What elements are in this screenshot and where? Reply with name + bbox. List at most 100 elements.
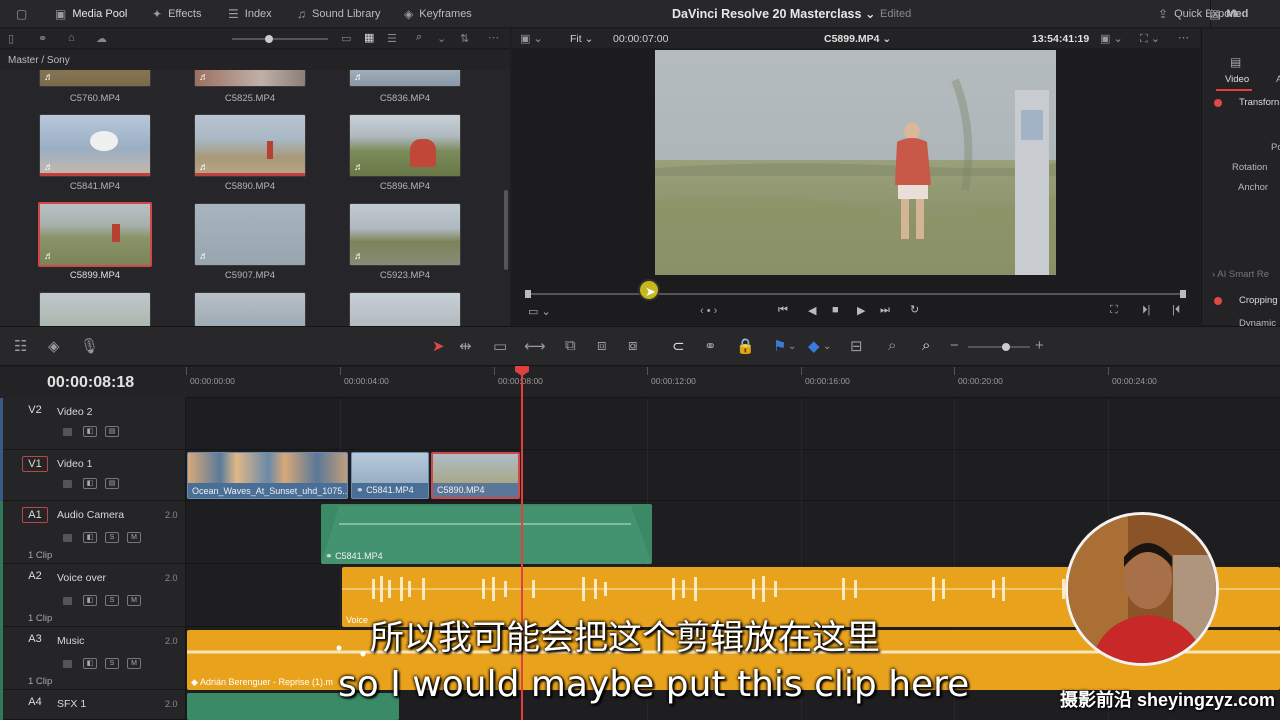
track-header-a2[interactable]: A2 Voice over 2.0 ◧ S M 1 Clip [0, 564, 186, 627]
transform-enable-toggle[interactable] [1214, 99, 1222, 107]
clip-thumbnail[interactable]: ♬ [349, 203, 461, 266]
track-id[interactable]: A1 [22, 507, 48, 523]
track-name[interactable]: Music [57, 635, 84, 647]
microphone-icon[interactable]: 🎙 [80, 337, 99, 355]
timeline-clip-audio[interactable]: ⚭ C5841.MP4 [321, 504, 652, 564]
linked-selection-icon[interactable]: ⚭ [704, 337, 717, 355]
go-to-end-icon[interactable]: ⏭ [880, 304, 890, 317]
track-name[interactable]: Audio Camera [57, 509, 124, 521]
match-frame-icon[interactable]: ⛶ [1110, 304, 1118, 317]
stop-icon[interactable]: ■ [832, 304, 839, 316]
inspector-panel-toggle[interactable]: ▤ Med [1209, 0, 1248, 28]
zoom-out-icon[interactable]: − [950, 337, 959, 354]
lock-icon[interactable] [63, 428, 72, 436]
custom-zoom-icon[interactable]: ⌕ [922, 337, 930, 354]
clip-thumbnail[interactable] [39, 292, 151, 326]
more-options-icon[interactable]: ⋯ [1178, 31, 1189, 44]
clip-thumbnail[interactable]: ♬ [39, 114, 151, 177]
marker-icon[interactable]: ◆ [808, 337, 820, 355]
media-pool-scrollbar[interactable] [504, 190, 508, 270]
lock-icon[interactable] [63, 597, 72, 605]
filmstrip-view-icon[interactable]: ☰ [387, 32, 397, 45]
loop-icon[interactable]: ↻ [910, 303, 919, 316]
video-preview[interactable] [655, 50, 1056, 275]
auto-select-icon[interactable]: ◧ [83, 478, 97, 489]
clip-thumbnail[interactable]: ♬ [349, 114, 461, 177]
list-view-icon[interactable]: ▭ [341, 32, 351, 45]
track-output-icon[interactable]: ▤ [105, 478, 119, 489]
clip-thumbnail[interactable]: ♬ [194, 114, 306, 177]
clip-thumbnail[interactable] [194, 292, 306, 326]
lock-icon[interactable] [63, 660, 72, 668]
media-pool-button[interactable]: ▣ Media Pool [55, 0, 127, 28]
viewer-scrubber[interactable] [528, 293, 1183, 295]
auto-select-icon[interactable]: ◧ [83, 595, 97, 606]
flag-icon[interactable]: ⚑ [773, 337, 786, 355]
jog-control[interactable]: ‹ • › [700, 305, 717, 317]
cropping-section[interactable]: Cropping [1239, 295, 1278, 306]
viewer-mode-icon[interactable]: ▣ ⌄ [520, 32, 543, 45]
more-options-icon[interactable]: ⋯ [488, 31, 499, 44]
video-tab-icon[interactable]: ▤ [1230, 55, 1241, 69]
timeline-ruler[interactable]: 00:00:00:00 00:00:04:00 00:00:08:00 00:0… [186, 367, 1280, 398]
zoom-in-icon[interactable]: + [1035, 337, 1044, 354]
cropping-enable-toggle[interactable] [1214, 297, 1222, 305]
metadata-icon[interactable]: ⌂ [68, 32, 75, 44]
timeline-timecode[interactable]: 00:00:08:18 [0, 367, 186, 398]
transform-overlay-icon[interactable]: ⛶ ⌄ [1140, 32, 1160, 46]
viewer-options-icon[interactable]: ▭ ⌄ [528, 305, 551, 318]
clip-thumbnail[interactable]: ♬ [194, 203, 306, 266]
track-id[interactable]: V1 [22, 456, 48, 472]
zoom-slider-knob[interactable] [1002, 343, 1010, 351]
clip-thumbnail[interactable] [349, 292, 461, 326]
timeline-clip-video[interactable]: Ocean_Waves_At_Sunset_uhd_1075... [187, 452, 348, 499]
sidebar-toggle-icon[interactable]: ▯ [8, 32, 14, 45]
viewer-clip-name[interactable]: C5899.MP4 ⌄ [824, 33, 891, 45]
replace-clip-icon[interactable]: ⧇ [628, 337, 638, 354]
grid-view-icon[interactable]: ▦ [364, 31, 374, 44]
prev-edit-icon[interactable]: |⏴ [1172, 304, 1180, 317]
clip-thumbnail-selected[interactable]: ♬ [38, 202, 152, 267]
transform-section[interactable]: Transforn [1239, 97, 1279, 108]
chevron-down-icon[interactable]: ⌄ [437, 32, 446, 45]
auto-select-icon[interactable]: ◧ [83, 658, 97, 669]
breadcrumb[interactable]: Master / Sony [0, 50, 510, 70]
timeline-clip-video-selected[interactable]: C5890.MP4 [431, 452, 520, 499]
clip-thumbnail[interactable]: ♬ [194, 70, 306, 87]
play-reverse-icon[interactable]: ◀ [808, 304, 816, 317]
track-name[interactable]: Video 1 [57, 458, 92, 470]
tab-video[interactable]: Video [1225, 74, 1249, 85]
keyframes-button[interactable]: ◈ Keyframes [404, 0, 472, 28]
dynamic-trim-icon[interactable]: ▭ [493, 337, 507, 355]
chevron-down-icon[interactable]: ⌄ [788, 341, 796, 352]
track-header-a1[interactable]: A1 Audio Camera 2.0 ◧ S M 1 Clip [0, 501, 186, 564]
chevron-down-icon[interactable]: ⌄ [823, 341, 831, 352]
timeline-view-options-icon[interactable]: ☷ [14, 337, 27, 355]
clip-view-icon[interactable]: ▣ ⌄ [1100, 32, 1123, 45]
track-header-a3[interactable]: A3 Music 2.0 ◧ S M 1 Clip [0, 627, 186, 690]
zoom-slider[interactable] [968, 343, 1030, 351]
effects-overlay-icon[interactable]: ◈ [48, 337, 60, 355]
track-header-a4[interactable]: A4 SFX 1 2.0 [0, 690, 186, 720]
trim-tool-icon[interactable]: ⇹ [459, 337, 472, 355]
ai-smart-reframe-section[interactable]: › AI Smart Re [1212, 269, 1269, 280]
insert-clip-icon[interactable]: ⧉ [565, 337, 576, 354]
thumbnail-size-slider[interactable] [232, 35, 328, 43]
sort-icon[interactable]: ⇅ [460, 32, 469, 45]
solo-button[interactable]: S [105, 595, 119, 606]
next-edit-icon[interactable]: ⏵| [1142, 304, 1150, 317]
effects-button[interactable]: ✦ Effects [152, 0, 202, 28]
track-name[interactable]: Video 2 [57, 406, 92, 418]
sound-library-button[interactable]: ♫ Sound Library [297, 0, 381, 28]
link-icon[interactable]: ⚭ [38, 32, 47, 45]
project-title[interactable]: DaVinci Resolve 20 Masterclass ⌄ [672, 6, 875, 21]
lock-icon[interactable] [63, 534, 72, 542]
clip-thumbnail[interactable]: ♬ [39, 70, 151, 87]
tab-audio[interactable]: A [1276, 74, 1280, 85]
track-name[interactable]: SFX 1 [57, 698, 86, 710]
slider-knob[interactable] [265, 35, 273, 43]
position-lock-icon[interactable]: 🔒 [736, 337, 755, 355]
track-header-v2[interactable]: V2 Video 2 ◧ ▤ [0, 398, 186, 450]
auto-select-icon[interactable]: ◧ [83, 426, 97, 437]
zoom-fit-dropdown[interactable]: Fit ⌄ [570, 33, 593, 45]
